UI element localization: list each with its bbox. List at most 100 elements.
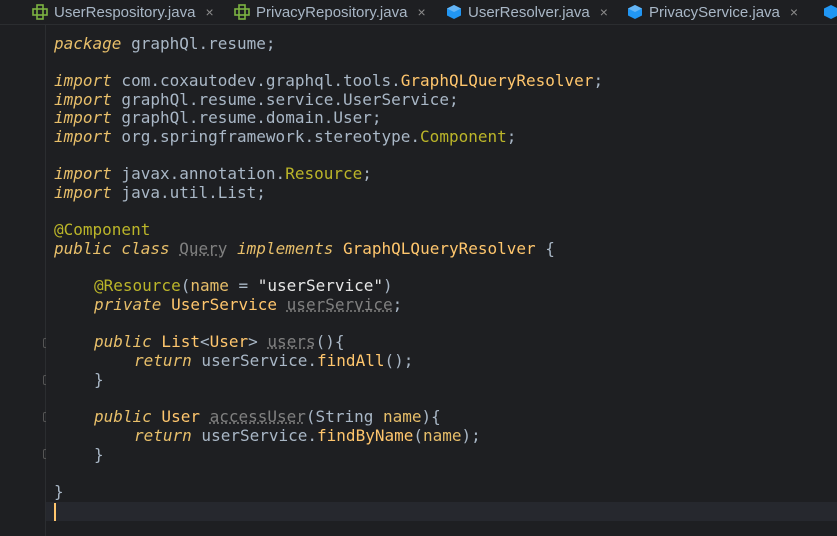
code-text: ( [180, 276, 191, 295]
param: name [190, 276, 229, 295]
code-text: ; [392, 295, 403, 314]
tab-label: PrivacyRepository.java [256, 3, 408, 21]
field-name: userService [286, 295, 393, 314]
code-text: graphQl.resume; [121, 34, 276, 53]
close-icon[interactable]: × [790, 4, 798, 20]
class-icon [627, 4, 643, 20]
code-text: (); [384, 351, 414, 370]
close-icon[interactable]: × [417, 4, 425, 20]
code-line-return: return userService.findAll(); [134, 351, 414, 371]
code-line-method-decl: public User accessUser(String name){ [94, 407, 441, 427]
code-text: ; [593, 71, 604, 90]
editor-tab-bar: UserRespository.java × PrivacyRepository… [0, 0, 837, 25]
code-text: com.coxautodev.graphql.tools. [111, 71, 401, 90]
param: name [423, 426, 462, 445]
keyword: public [54, 239, 112, 258]
interface-icon [234, 4, 250, 20]
code-text: graphQl.resume.domain. [111, 108, 334, 127]
keyword: import [54, 90, 112, 109]
class-ref: GraphQLQueryResolver [400, 71, 594, 90]
code-text: = [228, 276, 258, 295]
class-ref: UserService [342, 90, 449, 109]
code-line-import: import javax.annotation.Resource; [54, 164, 372, 184]
keyword: return [134, 351, 192, 370]
keyword: public [94, 332, 152, 351]
code-text: (String [305, 407, 383, 426]
class-ref: Component [420, 127, 507, 146]
editor-gutter[interactable] [0, 25, 53, 536]
code-text: { [535, 239, 555, 258]
interface-icon [32, 4, 48, 20]
code-text: graphQl.resume.service. [111, 90, 343, 109]
keyword: import [54, 183, 112, 202]
code-text: javax.annotation. [111, 164, 286, 183]
class-ref: Resource [285, 164, 363, 183]
code-line-class-decl: public class Query implements GraphQLQue… [54, 239, 555, 259]
tab-user-resolver[interactable]: UserResolver.java × [446, 0, 608, 24]
tab-label: UserRespository.java [54, 3, 196, 21]
code-text: ; [256, 183, 266, 202]
tab-label: PrivacyService.java [649, 3, 780, 21]
keyword: import [54, 164, 112, 183]
method-call: findAll [317, 351, 385, 370]
keyword: implements [227, 239, 343, 258]
class-ref: User [333, 108, 372, 127]
code-editor[interactable]: package graphQl.resume; import com.coxau… [46, 25, 837, 536]
code-line-method-decl: public List<User> users(){ [94, 332, 345, 352]
param: name [382, 407, 422, 426]
code-line-brace: } [94, 445, 104, 464]
tab-user-respository[interactable]: UserRespository.java × [32, 0, 214, 24]
code-text: userService. [191, 351, 318, 370]
code-line-brace: } [54, 482, 64, 501]
close-icon[interactable]: × [205, 4, 213, 20]
tab-privacy-service[interactable]: PrivacyService.java × [627, 0, 798, 24]
keyword: return [134, 426, 192, 445]
code-line-import: import graphQl.resume.domain.User; [54, 108, 382, 128]
annotation: @Resource [94, 276, 181, 295]
text-caret [54, 503, 56, 521]
keyword: package [54, 34, 122, 53]
type-ref: User [151, 407, 210, 426]
type-ref: User [209, 332, 249, 351]
code-text: ); [461, 426, 481, 445]
code-line-return: return userService.findByName(name); [134, 426, 481, 446]
keyword: public [94, 407, 152, 426]
code-line-import: import com.coxautodev.graphql.tools.Grap… [54, 71, 604, 91]
class-icon [446, 4, 462, 20]
code-text: < [199, 332, 210, 351]
code-line-import: import java.util.List; [54, 183, 266, 203]
keyword: private [94, 295, 162, 314]
code-text: ; [371, 108, 382, 127]
method-call: findByName [317, 426, 414, 445]
keyword: class [111, 239, 180, 258]
tab-overflow[interactable] [823, 0, 837, 24]
keyword: import [54, 127, 112, 146]
interface-ref: GraphQLQueryResolver [343, 239, 536, 258]
string-literal: "userService" [257, 276, 384, 295]
method-name: users [267, 332, 316, 351]
code-text: userService. [191, 426, 318, 445]
type-ref: UserService [161, 295, 287, 314]
code-text: ; [448, 90, 459, 109]
close-icon[interactable]: × [600, 4, 608, 20]
keyword: import [54, 71, 112, 90]
class-ref: List [217, 183, 257, 202]
code-line-field: private UserService userService; [94, 295, 403, 315]
class-icon [823, 4, 837, 20]
code-text: java.util. [111, 183, 218, 202]
code-text: > [248, 332, 258, 351]
current-line-highlight [46, 502, 837, 521]
tab-privacy-repository[interactable]: PrivacyRepository.java × [234, 0, 426, 24]
code-line-brace: } [94, 370, 104, 389]
method-name: accessUser [209, 407, 306, 426]
code-text: (){ [315, 332, 345, 351]
tab-label: UserResolver.java [468, 3, 590, 21]
code-line-annotation: @Component [54, 220, 151, 239]
code-line-package: package graphQl.resume; [54, 34, 276, 54]
code-text: ) [383, 276, 393, 295]
code-line-annotation: @Resource(name = "userService") [94, 276, 393, 296]
code-text: org.springframework.stereotype. [111, 127, 421, 146]
code-text: ; [506, 127, 517, 146]
class-name: Query [179, 239, 228, 258]
